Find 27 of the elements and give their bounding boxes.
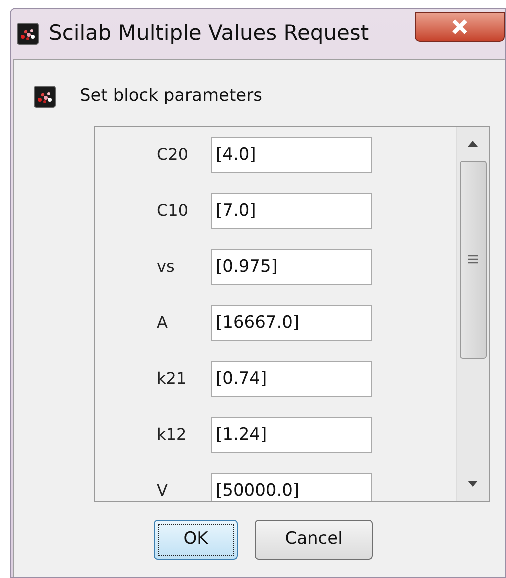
parameter-label: vs: [157, 256, 176, 278]
parameter-field[interactable]: [7.0]: [211, 192, 372, 228]
scroll-thumb[interactable]: [460, 160, 486, 358]
scroll-up-icon[interactable]: [468, 140, 478, 146]
close-button[interactable]: [415, 12, 505, 42]
parameter-field[interactable]: [0.975]: [211, 248, 372, 284]
parameter-field[interactable]: [4.0]: [211, 136, 372, 172]
scroll-down-icon[interactable]: [468, 480, 478, 486]
parameter-label: C20: [157, 144, 190, 166]
parameter-label: k21: [157, 368, 188, 390]
grip-icon: [468, 255, 478, 264]
parameter-field[interactable]: [1.24]: [211, 416, 372, 452]
block-logo-icon: [34, 86, 56, 108]
dialog-button[interactable]: OK: [154, 520, 238, 560]
parameter-label: A: [157, 312, 169, 334]
header-text: Set block parameters: [80, 85, 262, 108]
parameter-field[interactable]: [16667.0]: [211, 304, 372, 340]
parameter-field[interactable]: [50000.0]: [211, 472, 372, 500]
close-icon: [451, 19, 469, 35]
parameter-label: V: [157, 480, 169, 500]
scrollbar[interactable]: [456, 126, 489, 500]
parameter-field[interactable]: [0.74]: [211, 360, 372, 396]
window-title: Scilab Multiple Values Request: [49, 20, 370, 48]
parameter-label: C10: [157, 200, 190, 222]
dialog-button[interactable]: Cancel: [255, 520, 373, 560]
app-logo-icon: [17, 23, 39, 45]
parameter-label: k12: [157, 424, 188, 446]
